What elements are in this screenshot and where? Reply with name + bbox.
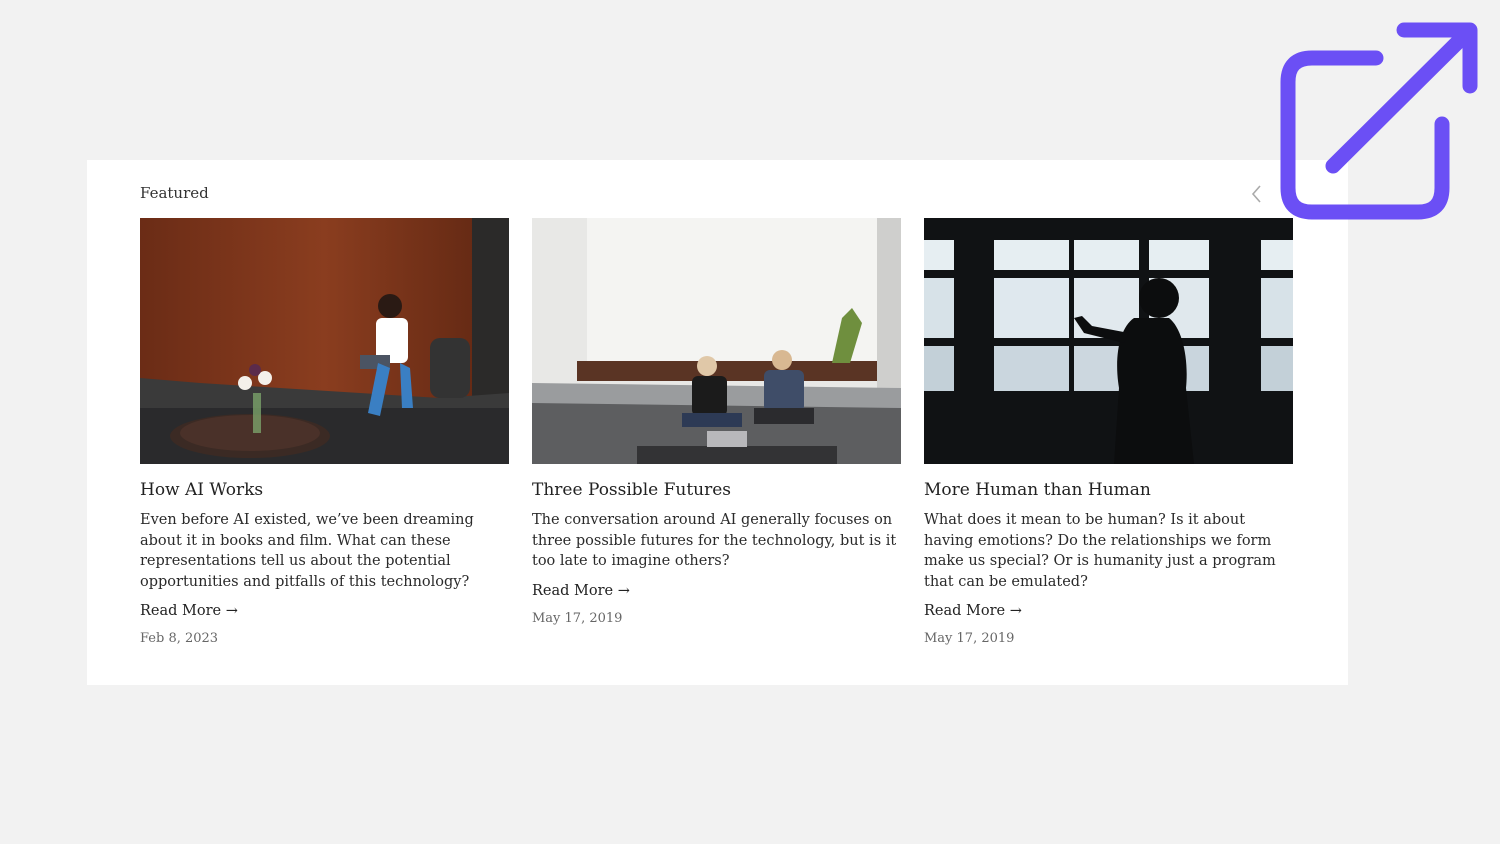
read-more-link[interactable]: Read More → — [924, 601, 1022, 622]
article-title[interactable]: More Human than Human — [924, 478, 1293, 502]
external-link-icon[interactable] — [1276, 18, 1482, 224]
article-date: Feb 8, 2023 — [140, 631, 219, 646]
featured-panel: Featured How AI Works Even before AI exi… — [87, 160, 1348, 685]
article-date: May 17, 2019 — [924, 631, 1015, 646]
carousel-prev-button[interactable] — [1247, 182, 1267, 206]
chevron-left-icon — [1251, 185, 1261, 203]
article-image[interactable] — [924, 218, 1293, 464]
article-excerpt: The conversation around AI generally foc… — [532, 512, 897, 569]
article-card: How AI Works Even before AI existed, we’… — [140, 218, 509, 648]
article-card: More Human than Human What does it mean … — [924, 218, 1293, 648]
article-title[interactable]: How AI Works — [140, 478, 509, 502]
read-more-link[interactable]: Read More → — [532, 581, 630, 602]
article-excerpt: What does it mean to be human? Is it abo… — [924, 512, 1276, 590]
article-card: Three Possible Futures The conversation … — [532, 218, 901, 628]
article-image[interactable] — [140, 218, 509, 464]
article-excerpt: Even before AI existed, we’ve been dream… — [140, 512, 474, 590]
article-date: May 17, 2019 — [532, 610, 623, 626]
article-title[interactable]: Three Possible Futures — [532, 478, 901, 502]
read-more-link[interactable]: Read More → — [140, 601, 238, 622]
section-label: Featured — [140, 184, 209, 202]
article-image[interactable] — [532, 218, 901, 464]
